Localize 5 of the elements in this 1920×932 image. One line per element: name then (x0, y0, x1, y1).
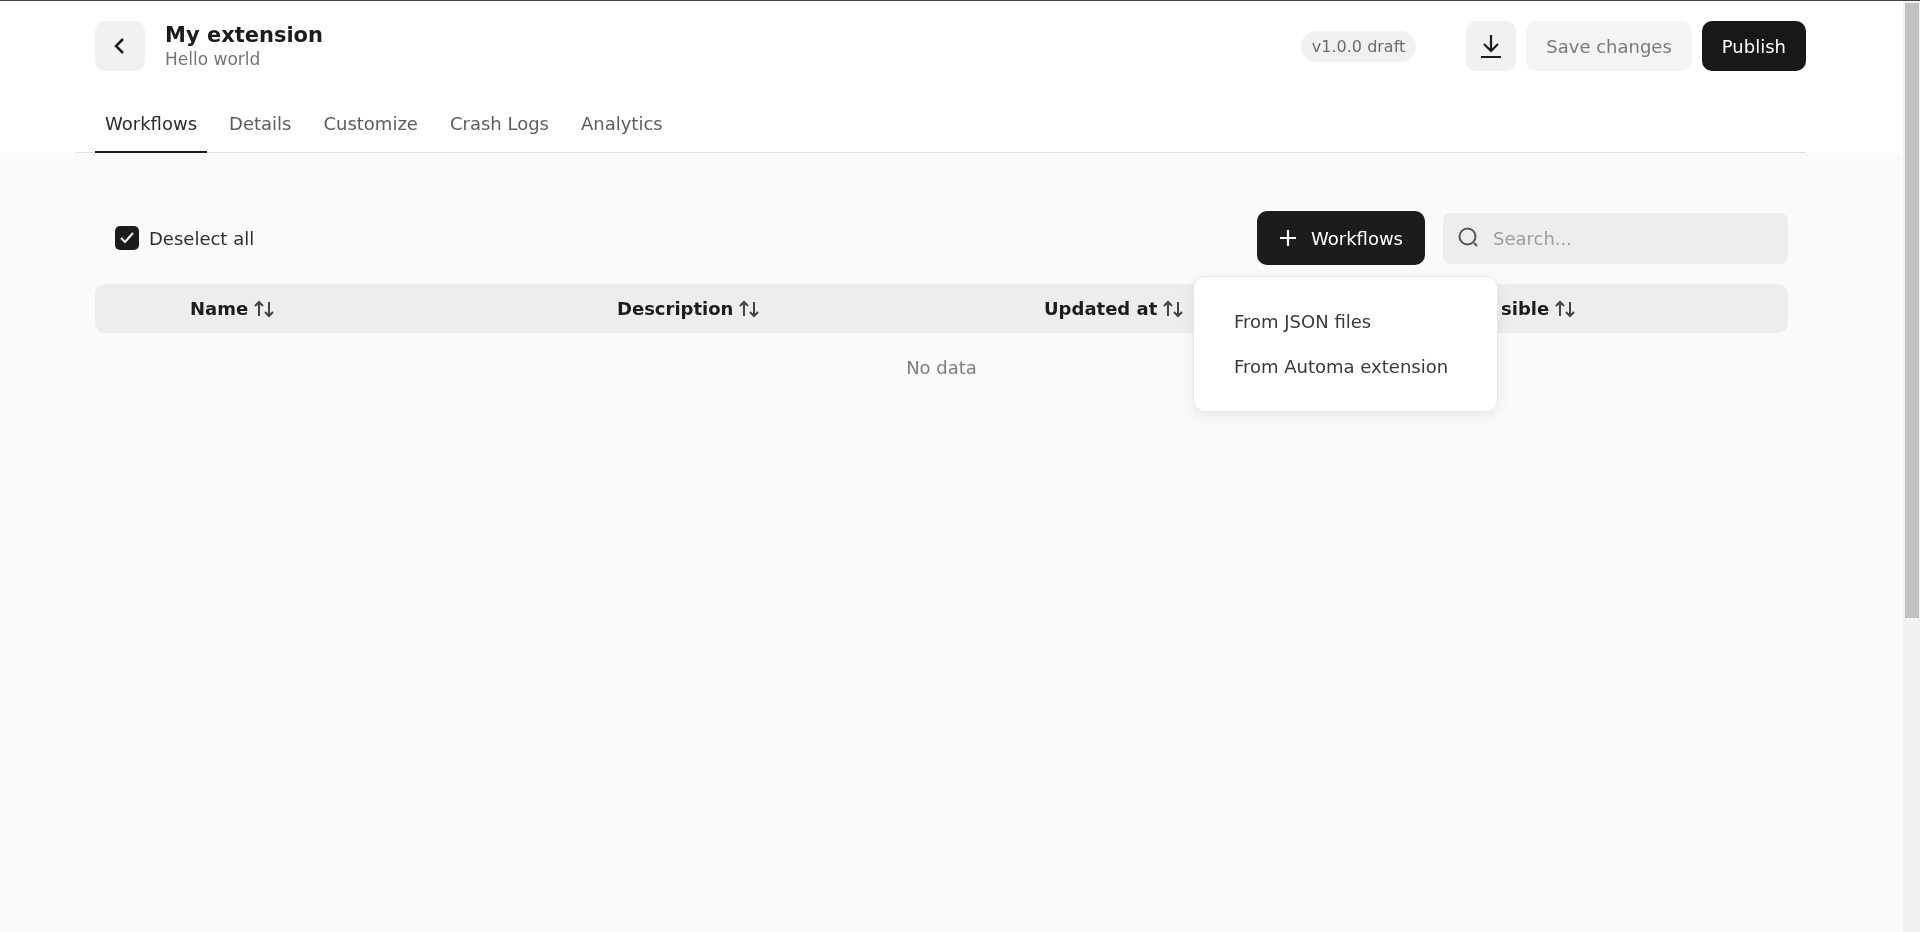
extension-subtitle: Hello world (165, 48, 262, 70)
version-badge: v1.0.0 draft (1300, 30, 1417, 62)
extension-title: My extension (165, 22, 323, 48)
checkbox-label: Deselect all (149, 227, 255, 249)
empty-message: No data (906, 357, 977, 378)
